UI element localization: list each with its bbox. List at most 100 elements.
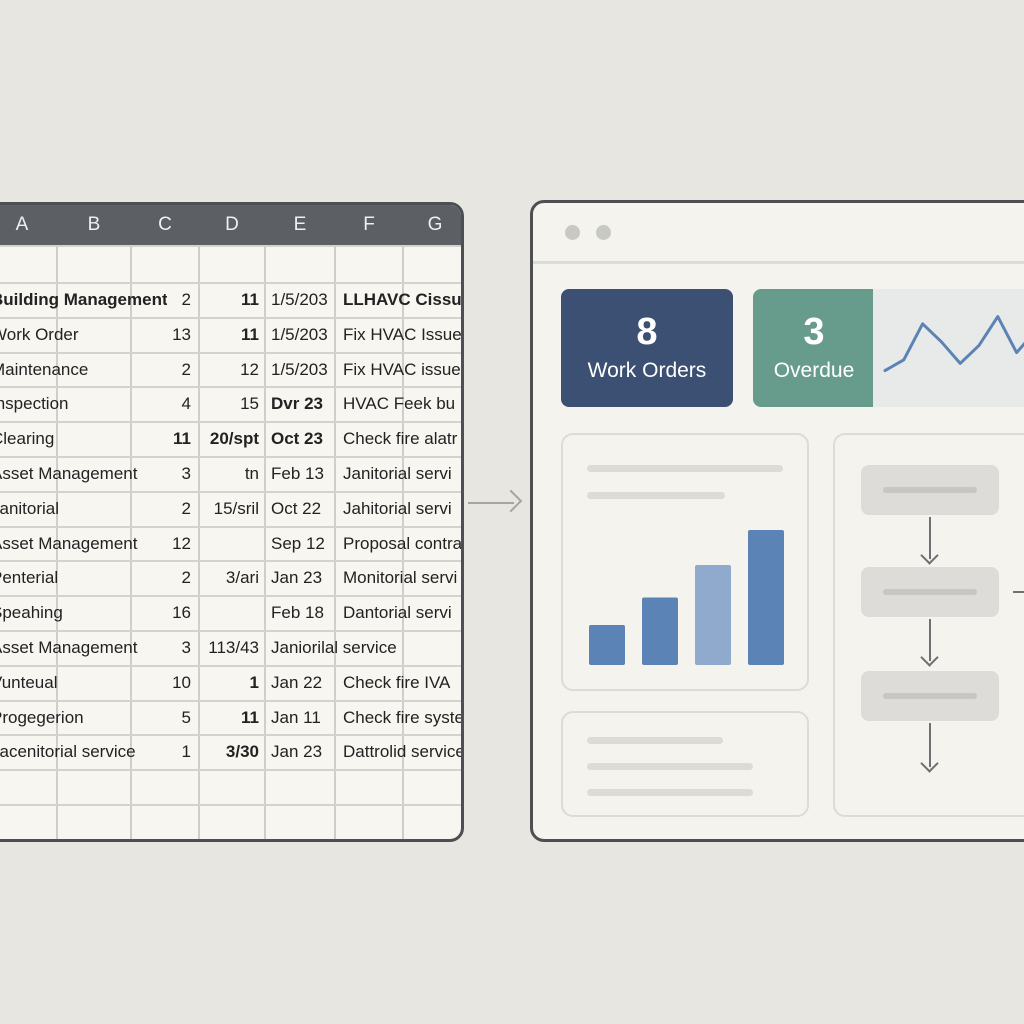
flow-branch-connector — [1013, 591, 1024, 593]
cell-e[interactable]: Feb 18 — [271, 596, 333, 630]
arrow-down-icon — [920, 754, 939, 773]
column-header-row: A B C D E F G — [0, 205, 461, 245]
cell-e[interactable]: Sep 12 — [271, 527, 333, 561]
row-gridline — [0, 769, 461, 772]
spreadsheet[interactable]: A B C D E F G Building Management 2 11 1/5/… — [0, 202, 464, 842]
cell-c[interactable]: 13 — [133, 318, 191, 352]
kpi-work-orders-value: 8 — [636, 311, 658, 353]
cell-d[interactable]: 3/30 — [201, 735, 259, 769]
column-header-d[interactable]: D — [199, 205, 265, 245]
sparkline-chart — [883, 315, 1024, 373]
row-gridline — [0, 838, 461, 839]
cell-f[interactable] — [343, 631, 461, 665]
cell-c[interactable]: 12 — [133, 527, 191, 561]
cell-f[interactable]: Jahitorial servi — [343, 492, 461, 526]
cell-d[interactable]: tn — [201, 457, 259, 491]
kpi-work-orders[interactable]: 8 Work Orders — [561, 289, 733, 407]
cell-f[interactable]: Check fire alatr — [343, 422, 461, 456]
cell-c[interactable]: 2 — [133, 353, 191, 387]
window-titlebar — [533, 203, 1024, 264]
window-control-dot[interactable] — [565, 225, 580, 240]
cell-f[interactable]: Dattrolid service — [343, 735, 461, 769]
cell-e[interactable]: 1/5/203 — [271, 318, 333, 352]
bar-chart-card — [561, 433, 809, 691]
cell-c[interactable]: 3 — [133, 631, 191, 665]
cell-d[interactable]: 12 — [201, 353, 259, 387]
cell-e[interactable]: Oct 22 — [271, 492, 333, 526]
row-gridline — [0, 245, 461, 247]
cell-c[interactable]: 4 — [133, 387, 191, 421]
column-header-f[interactable]: F — [335, 205, 403, 245]
cell-c[interactable]: 11 — [133, 422, 191, 456]
cell-c[interactable]: 2 — [133, 492, 191, 526]
cell-d[interactable]: 20/spt — [201, 422, 259, 456]
cell-c[interactable]: 10 — [133, 666, 191, 700]
flow-node[interactable] — [861, 671, 999, 721]
arrow-down-icon — [920, 546, 939, 565]
cell-d[interactable]: 15/sril — [201, 492, 259, 526]
cell-d[interactable] — [201, 527, 259, 561]
cell-e[interactable]: Jan 11 — [271, 701, 333, 735]
cell-f[interactable]: HVAC Feek bu — [343, 387, 461, 421]
cell-f[interactable]: Fix HVAC issue — [343, 353, 461, 387]
cell-f[interactable]: Dantorial servi — [343, 596, 461, 630]
cell-f[interactable]: LLHAVC Cissue — [343, 283, 461, 317]
cell-e[interactable]: Feb 13 — [271, 457, 333, 491]
column-gridline — [264, 245, 266, 839]
cell-e[interactable]: 1/5/203 — [271, 353, 333, 387]
cell-c[interactable]: 1 — [133, 735, 191, 769]
window-control-dot[interactable] — [596, 225, 611, 240]
bar-2[interactable] — [642, 597, 678, 666]
sparkline-card — [873, 289, 1024, 407]
bar-chart — [589, 530, 784, 666]
column-header-g[interactable]: G — [403, 205, 461, 245]
cell-d[interactable]: 11 — [201, 283, 259, 317]
cell-d[interactable]: 11 — [201, 701, 259, 735]
placeholder-line — [587, 737, 723, 744]
placeholder-line — [587, 763, 753, 770]
column-header-a[interactable]: A — [0, 205, 55, 245]
cell-c[interactable]: 2 — [133, 561, 191, 595]
bar-3[interactable] — [695, 565, 731, 665]
cell-d[interactable]: 11 — [201, 318, 259, 352]
flow-node[interactable] — [861, 567, 999, 617]
cell-d[interactable]: 1 — [201, 666, 259, 700]
cell-d[interactable] — [201, 596, 259, 630]
cell-f[interactable]: Check fire syste — [343, 701, 461, 735]
column-header-b[interactable]: B — [57, 205, 131, 245]
cell-c[interactable]: 2 — [133, 283, 191, 317]
cell-e[interactable]: Jan 23 — [271, 561, 333, 595]
kpi-overdue-label: Overdue — [773, 359, 855, 382]
cell-e[interactable]: Dvr 23 — [271, 387, 333, 421]
cell-d[interactable]: 3/ari — [201, 561, 259, 595]
cell-c[interactable]: 5 — [133, 701, 191, 735]
cell-e[interactable]: Jan 22 — [271, 666, 333, 700]
arrow-down-icon — [920, 648, 939, 667]
cell-e[interactable]: 1/5/203 — [271, 283, 333, 317]
cell-e[interactable]: Oct 23 — [271, 422, 333, 456]
cell-f[interactable]: Fix HVAC Issue — [343, 318, 461, 352]
cell-e[interactable]: Jan 23 — [271, 735, 333, 769]
row-gridline — [0, 804, 461, 806]
kpi-overdue-value: 3 — [803, 311, 825, 353]
column-header-e[interactable]: E — [265, 205, 335, 245]
text-card — [561, 711, 809, 817]
kpi-overdue[interactable]: 3 Overdue — [753, 289, 875, 407]
cell-f[interactable]: Proposal contra — [343, 527, 461, 561]
flow-node[interactable] — [861, 465, 999, 515]
flow-diagram-card — [833, 433, 1024, 817]
cell-c[interactable]: 16 — [133, 596, 191, 630]
cell-c[interactable]: 3 — [133, 457, 191, 491]
column-gridline — [334, 245, 336, 839]
cell-f[interactable]: Check fire IVA — [343, 666, 461, 700]
cell-f[interactable]: Janitorial servi — [343, 457, 461, 491]
column-gridline — [198, 245, 200, 839]
bar-1[interactable] — [589, 625, 625, 665]
column-header-c[interactable]: C — [131, 205, 199, 245]
cell-f[interactable]: Monitorial servi — [343, 561, 461, 595]
cell-d[interactable]: 113/43 — [201, 631, 259, 665]
dashboard-window: 8 Work Orders 3 Overdue — [530, 200, 1024, 842]
placeholder-line — [587, 789, 753, 796]
bar-4[interactable] — [748, 530, 784, 665]
cell-d[interactable]: 15 — [201, 387, 259, 421]
